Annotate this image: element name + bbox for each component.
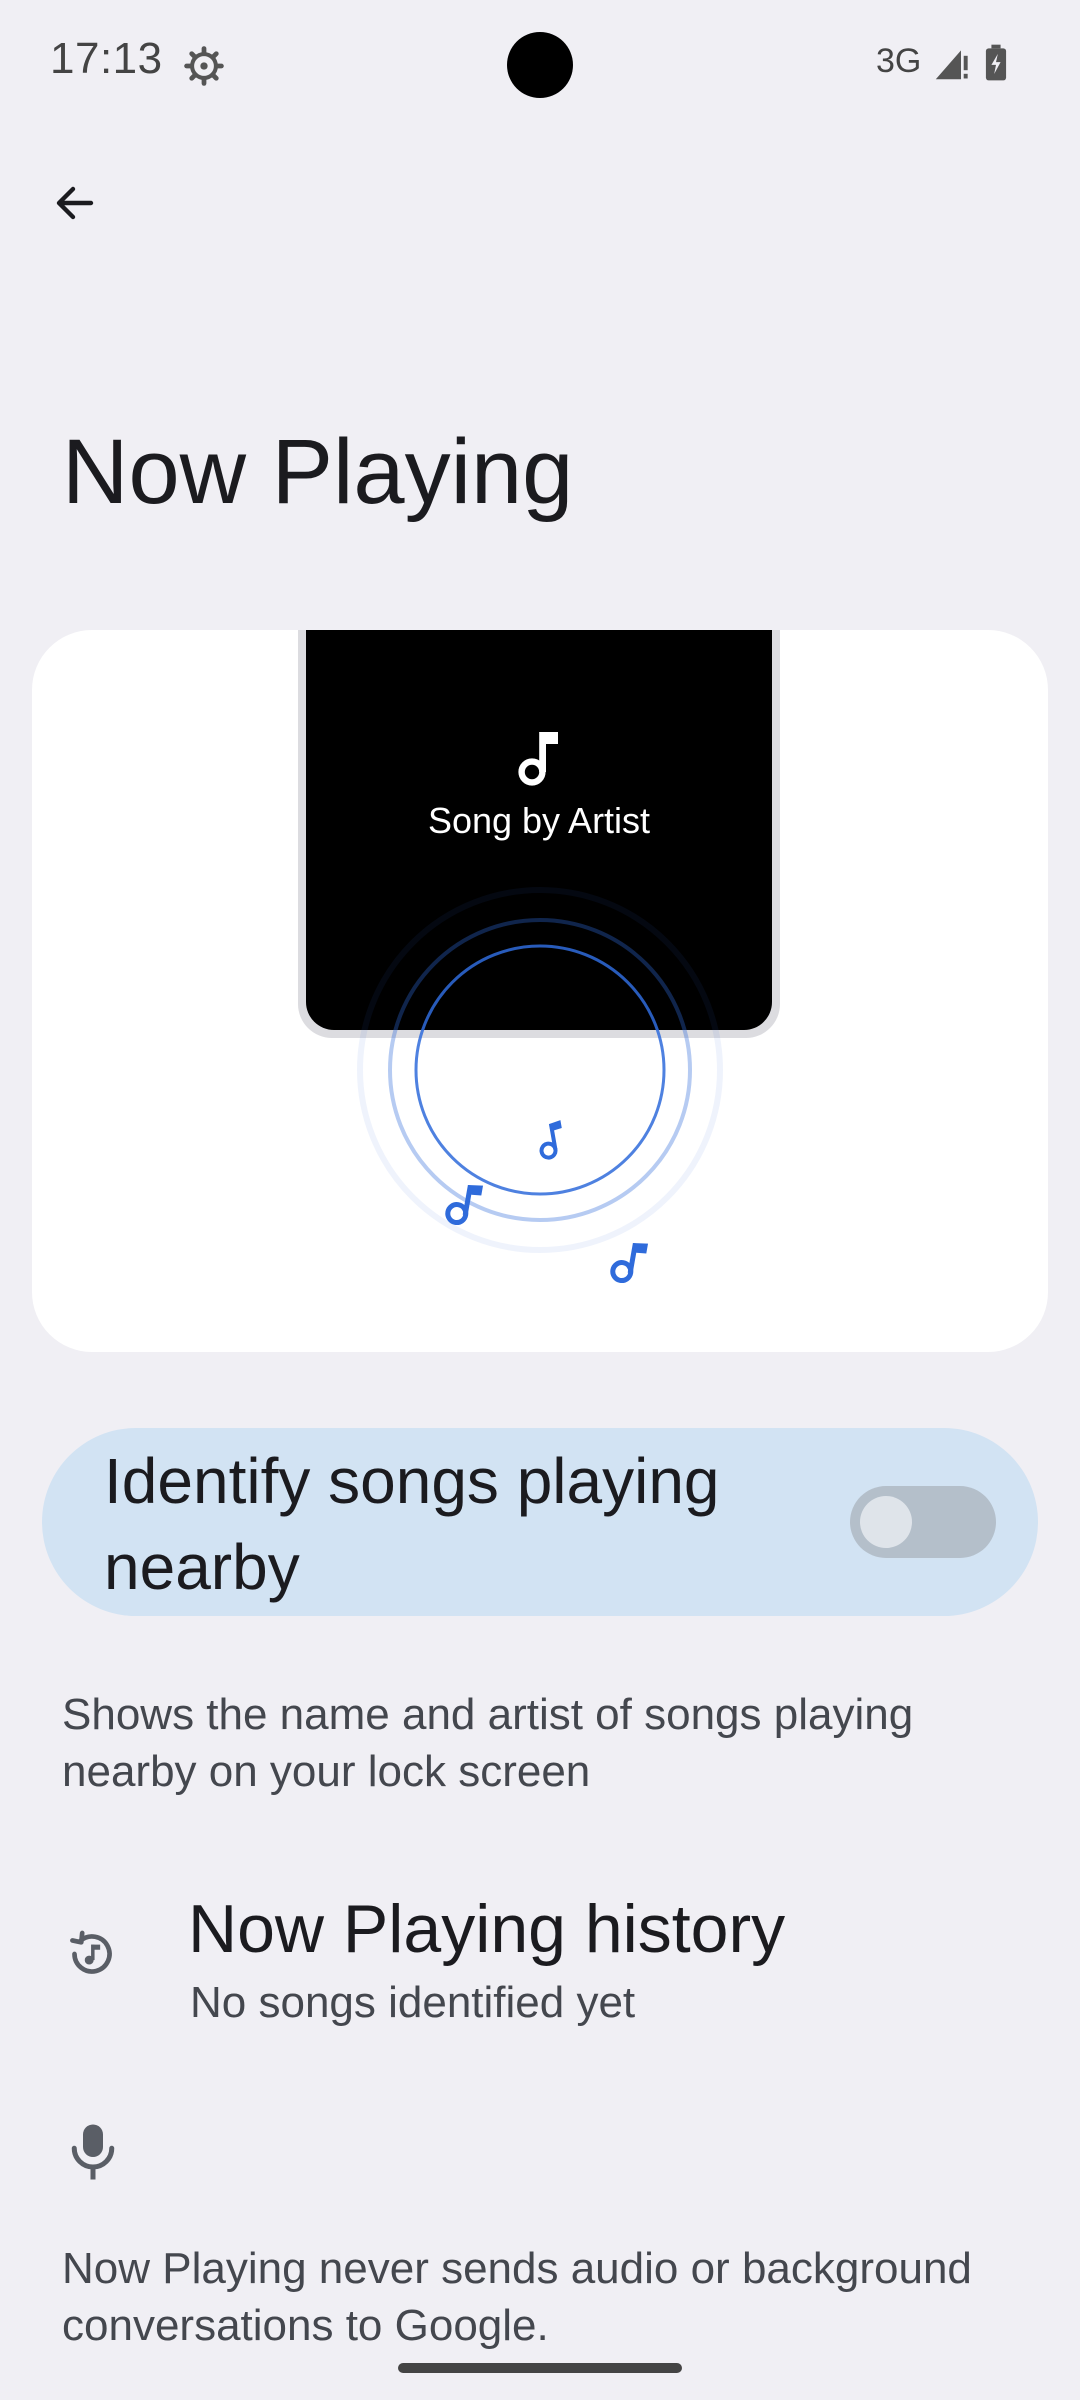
signal-icon [935, 50, 968, 80]
gesture-navigation-bar[interactable] [398, 2363, 682, 2373]
history-title: Now Playing history [188, 1891, 786, 1967]
identify-songs-switch[interactable] [850, 1486, 996, 1558]
identify-songs-toggle-row[interactable]: Identify songs playing nearby [42, 1428, 1038, 1616]
camera-cutout [507, 32, 573, 98]
history-music-icon [70, 1930, 112, 1974]
music-note-icon [610, 1243, 649, 1284]
feature-description: Shows the name and artist of songs playi… [62, 1690, 914, 1796]
history-subtitle: No songs identified yet [190, 1978, 636, 2027]
illustration-card: Song by Artist [32, 630, 1048, 1352]
arrow-left-icon [56, 186, 94, 220]
music-note-icon [518, 732, 558, 786]
identify-songs-label: Identify songs playing nearby [104, 1445, 720, 1603]
page-title: Now Playing [62, 421, 574, 523]
status-time: 17:13 [50, 34, 163, 83]
battery-charging-icon [985, 44, 1007, 81]
now-playing-history-row[interactable]: Now Playing history No songs identified … [0, 1870, 1080, 2030]
back-button[interactable] [40, 168, 110, 238]
network-type: 3G [876, 42, 922, 80]
song-label: Song by Artist [427, 800, 651, 841]
music-note-icon [445, 1185, 484, 1226]
mic-icon [71, 2124, 115, 2180]
privacy-notice: Now Playing never sends audio or backgro… [62, 2244, 972, 2350]
music-note-icon [539, 1120, 562, 1160]
switch-thumb [860, 1496, 912, 1548]
gear-icon [184, 46, 224, 86]
